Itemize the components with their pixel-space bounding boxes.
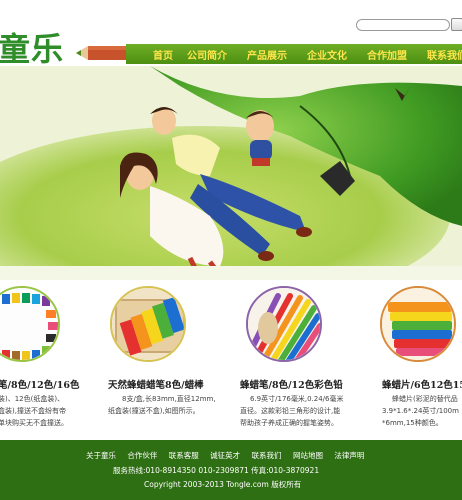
nav-item-contact[interactable]: 联系我们 bbox=[427, 47, 462, 62]
product-desc-line: 蜂蜡片(彩泥的替代品 bbox=[392, 395, 458, 403]
product-list: 笔/8色/12色/16色 装)、12色(纸盒装)、 盒装),撞送不盒纷有帝 单块… bbox=[0, 280, 462, 440]
product-desc-line: 盒装),撞送不盒纷有帝 bbox=[0, 407, 66, 415]
footer: 关于童乐 合作伙伴 联系客服 诚征英才 联系我们 网站地图 法律声明 服务热线:… bbox=[0, 440, 462, 500]
product-image[interactable] bbox=[246, 286, 322, 362]
footer-link[interactable]: 联系我们 bbox=[252, 451, 282, 460]
product-title[interactable]: 蜂蜡片/6色12色15 bbox=[382, 377, 462, 391]
footer-link[interactable]: 法律声明 bbox=[334, 451, 364, 460]
product-title[interactable]: 蜂蜡笔/8色/12色彩色铅 bbox=[240, 377, 343, 391]
page: 童乐 首页 公司简介 产品展示 企业文化 合作加盟 联系我们 bbox=[0, 0, 462, 500]
footer-link[interactable]: 诚征英才 bbox=[210, 451, 240, 460]
footer-link[interactable]: 联系客服 bbox=[169, 451, 199, 460]
product-desc-line: *6mm,15种颜色。 bbox=[382, 419, 443, 427]
product-desc-line: 帮助孩子养成正确的握笔姿势。 bbox=[240, 419, 338, 427]
banner-image bbox=[0, 66, 462, 280]
product-desc-line: 装)、12色(纸盒装)、 bbox=[0, 395, 65, 403]
nav-item-culture[interactable]: 企业文化 bbox=[307, 47, 347, 62]
search-button[interactable] bbox=[451, 18, 462, 31]
crayon-palette-image bbox=[0, 288, 58, 360]
nav-item-franchise[interactable]: 合作加盟 bbox=[367, 47, 407, 62]
header: 童乐 首页 公司简介 产品展示 企业文化 合作加盟 联系我们 bbox=[0, 0, 462, 68]
search-input[interactable] bbox=[356, 19, 450, 31]
footer-copyright: Copyright 2003-2013 Tongle.com 版权所有 bbox=[144, 480, 302, 489]
crayon-box-image bbox=[112, 288, 184, 360]
nav-item-about[interactable]: 公司简介 bbox=[187, 47, 227, 62]
beeswax-sheets-image bbox=[382, 288, 454, 360]
footer-link[interactable]: 关于童乐 bbox=[86, 451, 116, 460]
product-desc-line: 6.9英寸/176毫米,0.24/6毫米 bbox=[250, 395, 344, 403]
product-title[interactable]: 天然蜂蜡蜡笔8色/蜡棒 bbox=[108, 377, 204, 391]
nav-item-products[interactable]: 产品展示 bbox=[247, 47, 287, 62]
product-image[interactable] bbox=[110, 286, 186, 362]
main-nav: 首页 公司简介 产品展示 企业文化 合作加盟 联系我们 bbox=[126, 44, 462, 64]
footer-link[interactable]: 合作伙伴 bbox=[127, 451, 157, 460]
product-image[interactable] bbox=[0, 286, 60, 362]
product-title[interactable]: 笔/8色/12色/16色 bbox=[0, 377, 79, 391]
colored-pencils-image bbox=[248, 288, 320, 360]
site-logo[interactable]: 童乐 bbox=[0, 24, 64, 70]
banner-illustration bbox=[0, 66, 462, 280]
product-description: 8支/盒,长83mm,直径12mm, 纸盒装(撞送不盒),如图所示。 bbox=[108, 393, 216, 417]
product-desc-line: 8支/盒,长83mm,直径12mm, bbox=[122, 395, 216, 403]
footer-link[interactable]: 网站地图 bbox=[293, 451, 323, 460]
product-description: 蜂蜡片(彩泥的替代品 3.9*1.6*.24英寸/100m *6mm,15种颜色… bbox=[382, 393, 459, 429]
product-image[interactable] bbox=[380, 286, 456, 362]
nav-item-home[interactable]: 首页 bbox=[153, 47, 173, 62]
footer-links: 关于童乐 合作伙伴 联系客服 诚征英才 联系我们 网站地图 法律声明 bbox=[86, 450, 373, 461]
product-description: 装)、12色(纸盒装)、 盒装),撞送不盒纷有帝 单块购买无不盒撞送。 bbox=[0, 393, 68, 429]
product-description: 6.9英寸/176毫米,0.24/6毫米 直径。这款彩铅三角形的设计,能 帮助孩… bbox=[240, 393, 343, 429]
product-desc-line: 单块购买无不盒撞送。 bbox=[0, 419, 68, 427]
footer-hotline: 服务热线:010-8914350 010-2309871 传真:010-3870… bbox=[113, 466, 320, 475]
pencil-icon bbox=[76, 46, 130, 60]
product-desc-line: 纸盒装(撞送不盒),如图所示。 bbox=[108, 407, 200, 415]
product-desc-line: 3.9*1.6*.24英寸/100m bbox=[382, 407, 459, 415]
product-desc-line: 直径。这款彩铅三角形的设计,能 bbox=[240, 407, 341, 415]
